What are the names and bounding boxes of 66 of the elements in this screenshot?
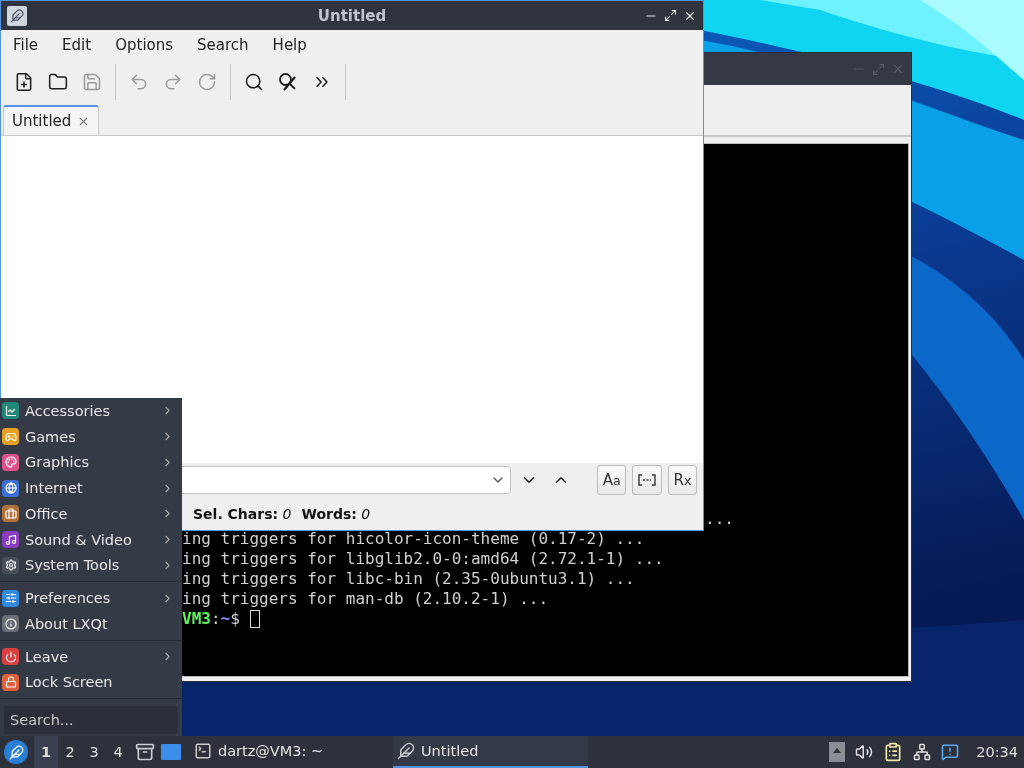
desktop-button[interactable]: 2 <box>58 736 82 768</box>
menu-item[interactable]: Help <box>260 36 319 54</box>
menu-entry[interactable]: System Tools <box>0 552 182 579</box>
lock-icon <box>2 673 19 691</box>
file-cabinet-icon[interactable] <box>134 742 156 762</box>
menu-entry[interactable]: Sound & Video <box>0 526 182 553</box>
bracket-icon <box>638 474 657 486</box>
menu-entry[interactable]: About LXQt <box>0 611 182 637</box>
menu-item[interactable]: File <box>1 36 51 54</box>
menu-entry[interactable]: Games <box>0 423 182 450</box>
globe-icon <box>2 479 19 497</box>
eject-icon[interactable] <box>829 742 846 762</box>
prompt-symbol: $ <box>230 609 240 629</box>
menu-item[interactable]: Options <box>103 36 186 54</box>
menu-entry[interactable]: Leave <box>0 643 182 670</box>
gear-icon <box>2 556 19 574</box>
prompt-path: ~ <box>220 609 231 629</box>
desktop-button[interactable]: 3 <box>82 736 106 768</box>
terminal-icon <box>194 742 212 760</box>
file-plus-icon[interactable] <box>14 72 34 92</box>
terminal-line: ing triggers for libglib2.0-0:amd64 (2.72.1-1) ... <box>182 549 664 568</box>
folder-icon[interactable] <box>48 72 68 92</box>
menu-entry[interactable]: Lock Screen <box>0 669 182 696</box>
menu-item[interactable]: Search <box>185 36 261 54</box>
clipboard-icon[interactable] <box>883 742 904 762</box>
feather-icon <box>397 742 415 760</box>
clock: 20:34 <box>976 744 1018 760</box>
search-pencil-icon[interactable] <box>278 72 298 92</box>
terminal-line: ing triggers for libc-bin (2.35-0ubuntu3.1) ... <box>182 569 635 588</box>
terminal-line: ... <box>705 509 734 528</box>
terminal-line: ing triggers for man-db (2.10.2-1) ... <box>182 589 549 608</box>
network-icon[interactable] <box>913 743 932 761</box>
menu-entry[interactable]: Internet <box>0 475 182 501</box>
notification-icon[interactable] <box>941 743 960 761</box>
info-icon <box>2 615 19 633</box>
status-text: Sel. Chars: 0 <box>193 505 292 522</box>
chart-icon <box>2 402 19 420</box>
desktop-button[interactable]: 4 <box>106 736 130 768</box>
music-icon <box>2 531 19 549</box>
palette-icon <box>2 453 19 471</box>
prompt-separator: : <box>210 609 221 629</box>
briefcase-icon <box>2 505 19 523</box>
search-field[interactable]: Search... <box>4 706 178 734</box>
volume-icon[interactable] <box>855 743 874 761</box>
gamepad-icon <box>2 428 19 446</box>
sliders-icon <box>2 589 19 607</box>
tab[interactable]: Untitled <box>3 105 100 135</box>
power-icon <box>2 648 19 666</box>
tab-label: Untitled <box>12 112 72 130</box>
feather-icon <box>7 5 27 26</box>
window-title: Untitled <box>316 6 388 25</box>
prompt-host: VM3 <box>182 609 211 629</box>
terminal-line: ing triggers for hicolor-icon-theme (0.17-2) ... <box>182 529 645 548</box>
maximize-icon[interactable] <box>664 9 677 22</box>
desktop-button[interactable]: 1 <box>34 736 58 768</box>
menu-entry[interactable]: Office <box>0 501 182 527</box>
cursor <box>249 610 260 628</box>
menu-entry[interactable]: Accessories <box>0 398 182 424</box>
menu-entry[interactable]: Graphics <box>0 449 182 476</box>
status-text: Words: 0 <box>301 505 371 522</box>
task-button[interactable]: Untitled <box>393 736 588 768</box>
search-icon[interactable] <box>244 72 264 92</box>
task-button[interactable]: dartz@VM3: ~ <box>190 736 385 768</box>
menu-entry[interactable]: Preferences <box>0 585 182 611</box>
whole-word-button[interactable] <box>632 465 662 495</box>
menu-item[interactable]: Edit <box>50 36 104 54</box>
